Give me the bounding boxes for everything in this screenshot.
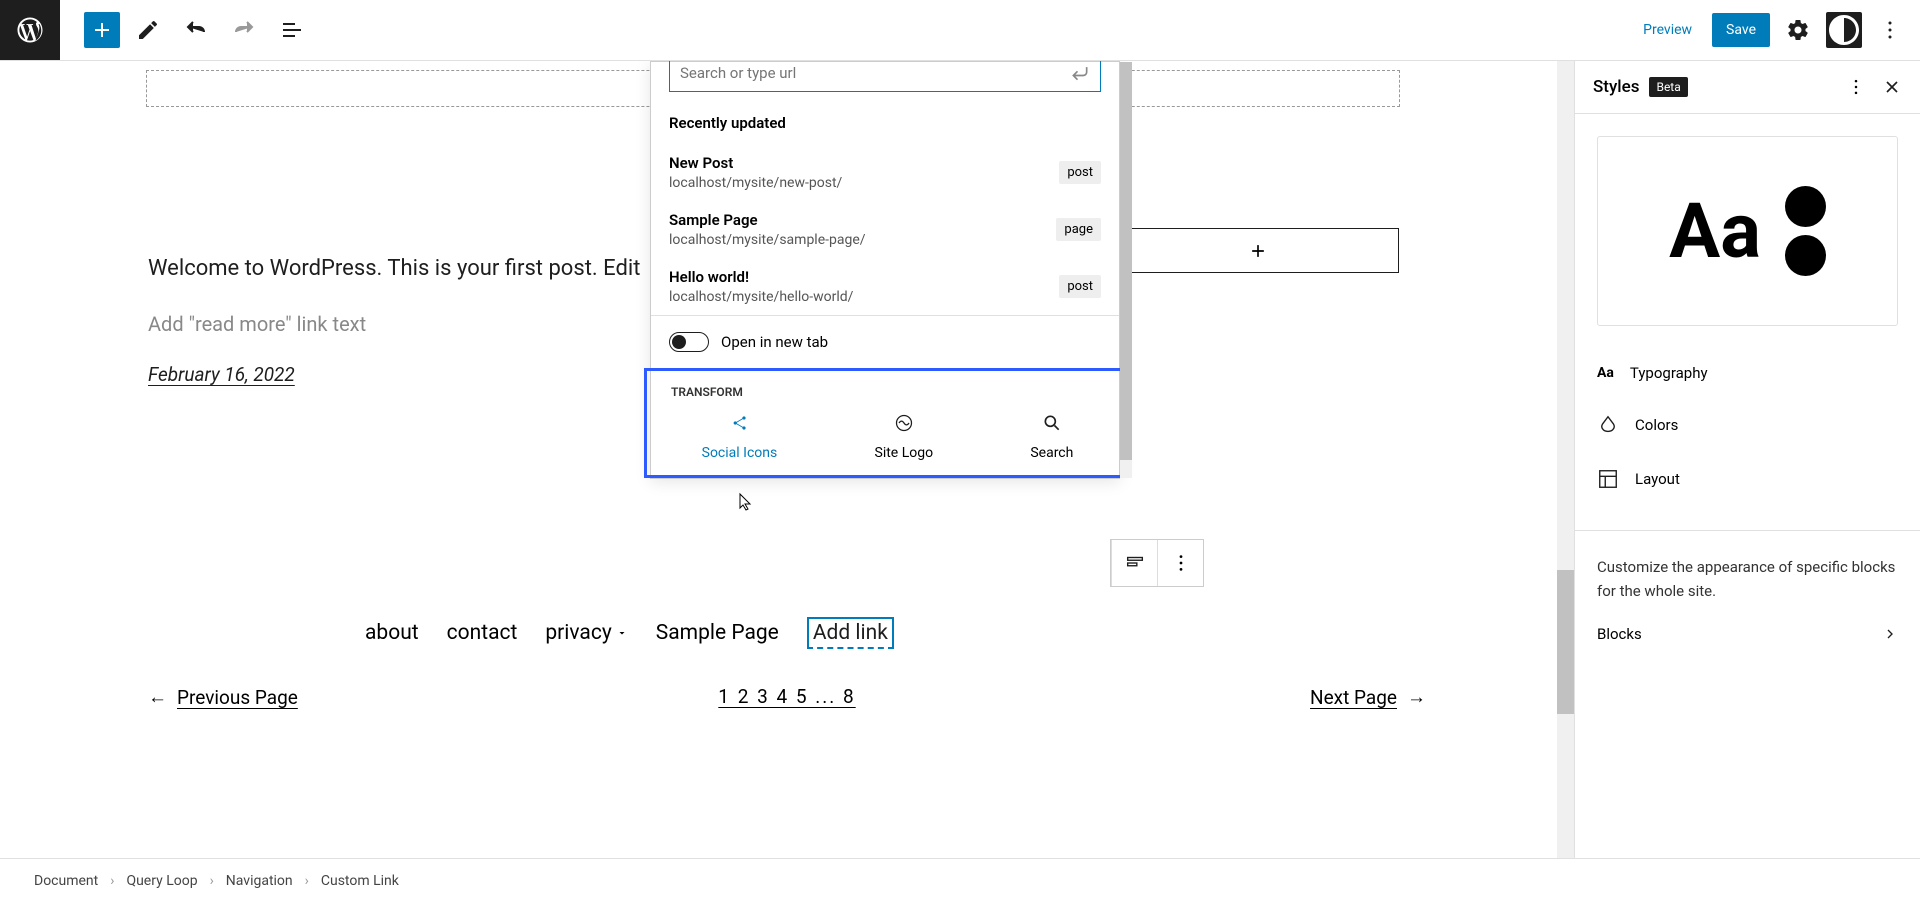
sidebar-title: Styles [1593, 77, 1639, 97]
read-more-placeholder[interactable]: Add "read more" link text [148, 312, 366, 336]
nav-privacy[interactable]: privacy [545, 621, 627, 645]
nav-add-link[interactable]: Add link [807, 617, 894, 649]
search-icon [1042, 413, 1062, 433]
nav-privacy-label: privacy [545, 621, 611, 645]
recent-item-new-post[interactable]: New Post localhost/mysite/new-post/ post [651, 144, 1119, 201]
transform-social-label: Social Icons [702, 445, 778, 461]
post-content-text[interactable]: Welcome to WordPress. This is your first… [148, 256, 640, 281]
typography-label: Typography [1630, 364, 1708, 382]
transform-site-logo[interactable]: Site Logo [875, 413, 934, 461]
open-new-tab-label: Open in new tab [721, 333, 828, 351]
styles-preview[interactable]: Aa [1597, 136, 1898, 326]
navigation-block: about contact privacy Sample Page Add li… [365, 617, 894, 649]
recent-item-url: localhost/mysite/hello-world/ [669, 289, 853, 305]
transform-section: TRANSFORM Social Icons Site Logo Search [644, 368, 1131, 478]
transform-search[interactable]: Search [1030, 413, 1073, 461]
next-page-link[interactable]: Next Page → [1310, 685, 1426, 709]
breadcrumb-query-loop[interactable]: Query Loop [126, 873, 197, 889]
styles-contrast-icon[interactable] [1826, 12, 1862, 48]
sidebar-header: Styles Beta [1575, 61, 1920, 114]
transform-logo-label: Site Logo [875, 445, 934, 461]
add-block-button[interactable] [84, 12, 120, 48]
recent-item-type: post [1059, 275, 1101, 298]
breadcrumb-custom-link[interactable]: Custom Link [321, 873, 399, 889]
layout-icon [1597, 468, 1619, 490]
chevron-right-icon: › [210, 873, 214, 889]
site-logo-icon [894, 413, 914, 433]
recent-item-sample-page[interactable]: Sample Page localhost/mysite/sample-page… [651, 201, 1119, 258]
recent-item-title: New Post [669, 154, 842, 172]
settings-icon[interactable] [1778, 10, 1818, 50]
layout-option[interactable]: Layout [1575, 452, 1920, 506]
link-popup: Recently updated New Post localhost/mysi… [650, 61, 1120, 479]
more-menu-icon[interactable] [1870, 10, 1910, 50]
page-numbers[interactable]: 1 2 3 4 5 ... 8 [718, 685, 855, 708]
blocks-label: Blocks [1597, 625, 1642, 643]
colors-option[interactable]: Colors [1575, 398, 1920, 452]
preview-link[interactable]: Preview [1631, 14, 1704, 46]
typography-option[interactable]: Aa Typography [1575, 348, 1920, 398]
list-view-icon[interactable] [272, 10, 312, 50]
transform-social-icons[interactable]: Social Icons [702, 413, 778, 461]
toolbar-options-icon[interactable] [1157, 540, 1203, 586]
recent-item-type: post [1059, 161, 1101, 184]
recent-item-title: Hello world! [669, 268, 853, 286]
open-new-tab-toggle[interactable] [669, 332, 709, 352]
breadcrumb-bar: Document › Query Loop › Navigation › Cus… [0, 858, 1920, 902]
layout-label: Layout [1635, 470, 1680, 488]
top-toolbar: Preview Save [0, 0, 1920, 61]
share-icon [729, 413, 749, 433]
redo-icon[interactable] [224, 10, 264, 50]
typography-preview: Aa [1669, 186, 1761, 276]
nav-contact[interactable]: contact [447, 621, 518, 645]
next-page-label: Next Page [1310, 686, 1397, 709]
edit-icon[interactable] [128, 10, 168, 50]
chevron-right-icon [1882, 626, 1898, 642]
nav-sample-page[interactable]: Sample Page [656, 621, 779, 645]
typography-icon: Aa [1597, 365, 1614, 381]
undo-icon[interactable] [176, 10, 216, 50]
pagination: ← Previous Page 1 2 3 4 5 ... 8 Next Pag… [0, 685, 1574, 709]
droplet-icon [1597, 414, 1619, 436]
link-search-input[interactable] [680, 64, 1070, 82]
chevron-down-icon [616, 627, 628, 639]
wordpress-logo[interactable] [0, 0, 60, 60]
blocks-row[interactable]: Blocks [1575, 603, 1920, 665]
add-block-appender[interactable] [1116, 228, 1399, 273]
enter-icon[interactable] [1070, 63, 1090, 83]
breadcrumb-document[interactable]: Document [34, 873, 98, 889]
recent-item-title: Sample Page [669, 211, 866, 229]
previous-page-link[interactable]: ← Previous Page [148, 685, 298, 709]
prev-page-label: Previous Page [177, 686, 298, 709]
recent-item-hello-world[interactable]: Hello world! localhost/mysite/hello-worl… [651, 258, 1119, 315]
chevron-right-icon: › [305, 873, 309, 889]
link-search-input-wrap [669, 61, 1101, 92]
sidebar-more-icon[interactable] [1846, 77, 1866, 97]
recent-item-url: localhost/mysite/sample-page/ [669, 232, 866, 248]
toolbar-icon-1[interactable] [1111, 540, 1157, 586]
nav-about[interactable]: about [365, 621, 419, 645]
recent-item-type: page [1056, 218, 1101, 241]
transform-heading: TRANSFORM [653, 385, 1122, 413]
recent-item-url: localhost/mysite/new-post/ [669, 175, 842, 191]
sidebar-description: Customize the appearance of specific blo… [1575, 555, 1920, 603]
save-button[interactable]: Save [1712, 13, 1770, 47]
close-icon[interactable] [1882, 77, 1902, 97]
styles-sidebar: Styles Beta Aa Aa Typography Colors Layo… [1574, 61, 1920, 858]
recently-updated-heading: Recently updated [651, 102, 1119, 144]
colors-label: Colors [1635, 416, 1678, 434]
block-toolbar [1110, 539, 1204, 587]
beta-badge: Beta [1649, 77, 1687, 97]
post-date[interactable]: February 16, 2022 [148, 363, 295, 386]
transform-search-label: Search [1030, 445, 1073, 461]
open-new-tab-row: Open in new tab [651, 315, 1119, 368]
editor-canvas: Welcome to WordPress. This is your first… [0, 61, 1574, 858]
color-preview-dots [1785, 186, 1826, 276]
popup-scrollbar[interactable] [1120, 62, 1132, 478]
breadcrumb-navigation[interactable]: Navigation [226, 873, 293, 889]
canvas-scrollbar[interactable] [1557, 61, 1574, 858]
chevron-right-icon: › [110, 873, 114, 889]
